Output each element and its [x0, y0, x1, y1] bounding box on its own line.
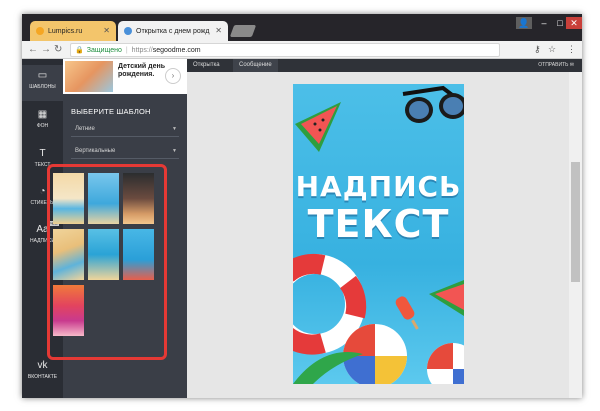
menu-icon[interactable]: ⋮ [567, 44, 576, 55]
profile-icon[interactable]: 👤 [516, 17, 532, 29]
chevron-right-icon[interactable]: › [165, 68, 181, 84]
season-select[interactable]: Летние ▼ [71, 123, 179, 137]
scrollbar[interactable] [569, 72, 582, 398]
reload-icon[interactable]: ↻ [54, 44, 62, 55]
beach-ball-icon [427, 343, 464, 384]
tab-postcard[interactable]: Открытка [187, 59, 226, 72]
ad-banner[interactable]: Детский день рождения. › [63, 59, 187, 94]
new-tab-button[interactable] [229, 25, 257, 37]
send-button[interactable]: ОТПРАВИТЬ ✉ [538, 59, 574, 72]
sidebar-item-label: ШАБЛОНЫ [29, 84, 56, 90]
background-icon: ▦ [37, 109, 48, 120]
watermelon-icon [429, 280, 464, 316]
key-icon[interactable]: ⚷ [534, 44, 541, 55]
text-icon: T [39, 148, 46, 159]
scroll-thumb[interactable] [571, 162, 580, 282]
popsicle-icon [395, 296, 419, 330]
editor-topbar: Открытка Сообщение ОТПРАВИТЬ ✉ [187, 59, 582, 72]
secure-label: Защищено [86, 46, 122, 54]
tab-segoodme[interactable]: Открытка с днем рожд ✕ [118, 21, 228, 41]
tab-label: Открытка с днем рожд [136, 27, 210, 35]
template-thumbnail[interactable] [123, 173, 154, 224]
url-scheme: https:// [131, 46, 153, 54]
template-grid [47, 164, 167, 360]
favicon-icon [36, 27, 44, 35]
watermelon-icon [295, 102, 341, 152]
star-icon[interactable]: ☆ [548, 44, 556, 55]
template-thumbnail[interactable] [53, 285, 84, 336]
orientation-select[interactable]: Вертикальные ▼ [71, 145, 179, 159]
template-thumbnail[interactable] [53, 229, 84, 280]
send-label: ОТПРАВИТЬ [538, 62, 569, 68]
select-value: Летние [75, 126, 95, 132]
forward-icon[interactable]: → [41, 44, 51, 55]
template-thumbnail[interactable] [53, 173, 84, 224]
back-icon[interactable]: ← [28, 44, 38, 55]
sidebar-item-templates[interactable]: ▭ ШАБЛОНЫ [22, 65, 63, 101]
sidebar-item-label: ВКОНТАКТЕ [27, 374, 58, 380]
address-bar[interactable]: 🔒 Защищено | https:// segoodme.com [70, 43, 500, 57]
tab-label: Lumpics.ru [48, 27, 83, 35]
postcard-preview[interactable]: НАДПИСЬ ТЕКСТ [293, 84, 464, 384]
sunglasses-icon [402, 85, 464, 123]
send-icon: ✉ [569, 62, 574, 68]
template-thumbnail[interactable] [123, 229, 154, 280]
editor-canvas-area: Открытка Сообщение ОТПРАВИТЬ ✉ НАДПИСЬ Т… [187, 59, 582, 398]
sidebar-item-label: ФОН [36, 123, 49, 129]
browser-window: Lumpics.ru ✕ Открытка с днем рожд ✕ 👤 – … [22, 14, 582, 398]
template-thumbnail[interactable] [88, 173, 119, 224]
tab-lumpics[interactable]: Lumpics.ru ✕ [30, 21, 116, 41]
template-thumbnail[interactable] [88, 229, 119, 280]
panel-title: ВЫБЕРИТЕ ШАБЛОН [71, 107, 151, 116]
card-headline[interactable]: НАДПИСЬ [293, 170, 464, 203]
banner-image [65, 61, 113, 92]
vk-icon: vk [37, 360, 48, 371]
browser-toolbar: ← → ↻ 🔒 Защищено | https:// segoodme.com… [22, 41, 582, 59]
minimize-button[interactable]: – [536, 17, 552, 29]
banner-text: Детский день рождения. [118, 63, 166, 78]
card-subheadline[interactable]: ТЕКСТ [293, 202, 464, 246]
templates-icon: ▭ [37, 70, 48, 81]
sidebar-item-vk[interactable]: vk ВКОНТАКТЕ [22, 355, 63, 391]
select-value: Вертикальные [75, 148, 116, 154]
chevron-down-icon: ▼ [172, 126, 177, 132]
close-tab-icon[interactable]: ✕ [103, 26, 110, 35]
separator: | [125, 46, 128, 54]
chevron-down-icon: ▼ [172, 148, 177, 154]
lock-icon: 🔒 [75, 47, 84, 54]
url-host: segoodme.com [152, 46, 201, 54]
lifebuoy-icon [293, 253, 367, 355]
tab-message[interactable]: Сообщение [233, 59, 278, 72]
sidebar-item-background[interactable]: ▦ ФОН [22, 104, 63, 140]
favicon-icon [124, 27, 132, 35]
close-tab-icon[interactable]: ✕ [215, 26, 222, 35]
close-window-button[interactable]: ✕ [566, 17, 582, 29]
title-bar: Lumpics.ru ✕ Открытка с днем рожд ✕ 👤 – … [22, 14, 582, 41]
